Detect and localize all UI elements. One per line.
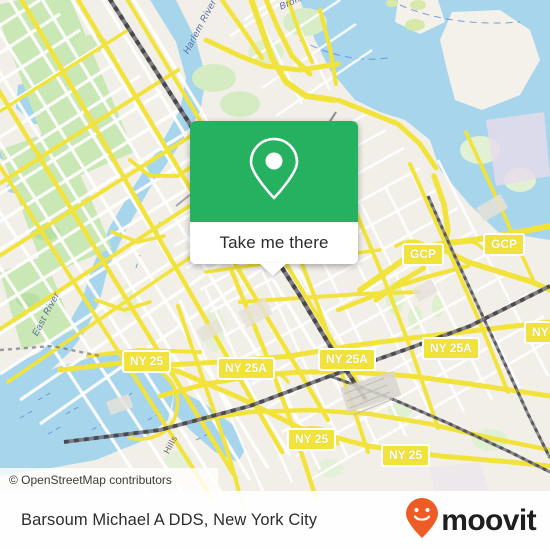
- road-shield: NY 25A: [217, 357, 275, 380]
- map-screenshot: Harlem River East River Bronx Kill Hills…: [0, 0, 550, 550]
- moovit-wordmark: moovit: [441, 503, 536, 537]
- road-shield: NY 25A: [422, 337, 480, 360]
- osm-attribution[interactable]: © OpenStreetMap contributors: [0, 468, 218, 491]
- road-shield: NY: [524, 321, 550, 344]
- attribution-text: © OpenStreetMap contributors: [9, 472, 172, 487]
- road-shield: NY 25: [287, 428, 337, 451]
- take-me-there-label: Take me there: [219, 233, 329, 252]
- road-shield: NY 25: [381, 444, 431, 467]
- callout-action-area[interactable]: Take me there: [190, 222, 358, 264]
- road-shield: GCP: [483, 233, 526, 256]
- bottom-bar: Barsoum Michael A DDS, New York City moo…: [0, 491, 550, 550]
- map-pin-icon: [248, 136, 300, 207]
- place-title: Barsoum Michael A DDS, New York City: [21, 511, 318, 529]
- moovit-logo[interactable]: moovit: [405, 497, 537, 544]
- callout-pointer: [259, 263, 287, 276]
- location-callout-card[interactable]: Take me there: [190, 121, 358, 264]
- callout-icon-area: [190, 121, 358, 222]
- road-shield: NY 25A: [318, 348, 376, 371]
- road-shield: GCP: [402, 243, 445, 266]
- moovit-pin-icon: [405, 497, 439, 544]
- road-shield: NY 25: [122, 350, 172, 373]
